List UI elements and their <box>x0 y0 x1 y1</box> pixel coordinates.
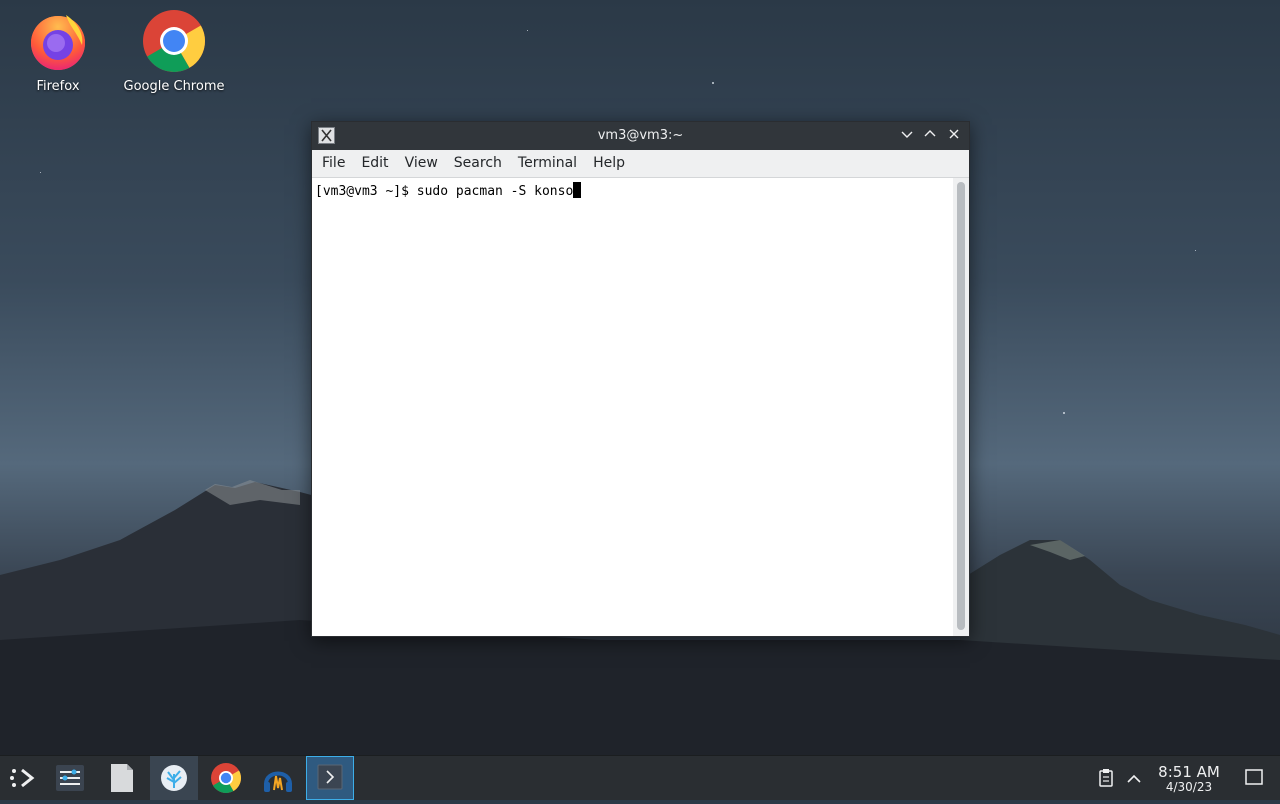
star <box>1063 412 1065 414</box>
menu-edit[interactable]: Edit <box>353 150 396 177</box>
firefox-icon <box>26 9 90 73</box>
taskbar-system-settings[interactable] <box>46 756 94 800</box>
desktop-icon-firefox[interactable]: Firefox <box>3 9 113 94</box>
clock-date[interactable]: 4/30/23 <box>1158 780 1220 794</box>
scrollbar-thumb[interactable] <box>957 182 965 630</box>
clipboard-button[interactable] <box>1095 756 1117 800</box>
menu-view[interactable]: View <box>397 150 446 177</box>
settings-sliders-icon <box>56 765 84 791</box>
star <box>527 30 528 31</box>
terminal-prompt: [vm3@vm3 ~]$ <box>315 184 417 199</box>
terminal-area[interactable]: [vm3@vm3 ~]$ sudo pacman -S konso <box>312 178 953 636</box>
terminal-line: [vm3@vm3 ~]$ sudo pacman -S konso <box>315 182 582 199</box>
desktop-icon-label: Firefox <box>36 79 80 94</box>
maximize-button[interactable] <box>920 126 940 146</box>
terminal-window[interactable]: vm3@vm3:~ File Edit View Search Terminal… <box>311 121 970 637</box>
taskbar-discover[interactable] <box>150 756 198 800</box>
close-button[interactable] <box>944 126 964 146</box>
star <box>1195 250 1196 251</box>
star <box>40 172 41 173</box>
terminal-scrollbar[interactable] <box>953 178 969 636</box>
taskbar-audio-app[interactable] <box>254 756 302 800</box>
taskbar: 8:51 AM 4/30/23 <box>0 755 1280 800</box>
document-icon <box>111 764 133 792</box>
menu-file[interactable]: File <box>314 150 353 177</box>
close-icon <box>949 129 959 139</box>
show-desktop-icon <box>1245 769 1263 785</box>
show-desktop-button[interactable] <box>1242 756 1266 800</box>
window-titlebar[interactable]: vm3@vm3:~ <box>312 122 969 150</box>
taskbar-google-chrome[interactable] <box>202 756 250 800</box>
minimize-button[interactable] <box>897 126 917 146</box>
clock-time[interactable]: 8:51 AM <box>1158 763 1220 781</box>
desktop-icon-google-chrome[interactable]: Google Chrome <box>119 9 229 94</box>
menu-help[interactable]: Help <box>585 150 633 177</box>
menu-bar: File Edit View Search Terminal Help <box>312 150 969 178</box>
star <box>712 82 714 84</box>
chevron-down-icon <box>901 131 913 138</box>
clipboard-icon <box>1099 769 1113 787</box>
discover-icon <box>161 765 187 791</box>
taskbar-terminal[interactable] <box>306 756 354 800</box>
desktop-icon-label: Google Chrome <box>123 79 225 94</box>
menu-search[interactable]: Search <box>446 150 510 177</box>
terminal-command: sudo pacman -S konso <box>416 184 574 199</box>
system-tray-expand-button[interactable] <box>1124 756 1144 800</box>
menu-terminal[interactable]: Terminal <box>510 150 585 177</box>
chevron-up-icon <box>924 130 936 137</box>
chrome-icon <box>211 763 241 794</box>
launcher-icon <box>10 768 35 788</box>
taskbar-file-manager[interactable] <box>98 756 146 800</box>
terminal-icon <box>317 764 343 790</box>
chrome-icon <box>142 9 206 73</box>
headphones-icon <box>264 771 292 792</box>
window-title: vm3@vm3:~ <box>597 128 684 143</box>
text-cursor <box>573 182 582 198</box>
chevron-up-icon <box>1127 774 1141 783</box>
application-launcher-button[interactable] <box>0 756 48 800</box>
